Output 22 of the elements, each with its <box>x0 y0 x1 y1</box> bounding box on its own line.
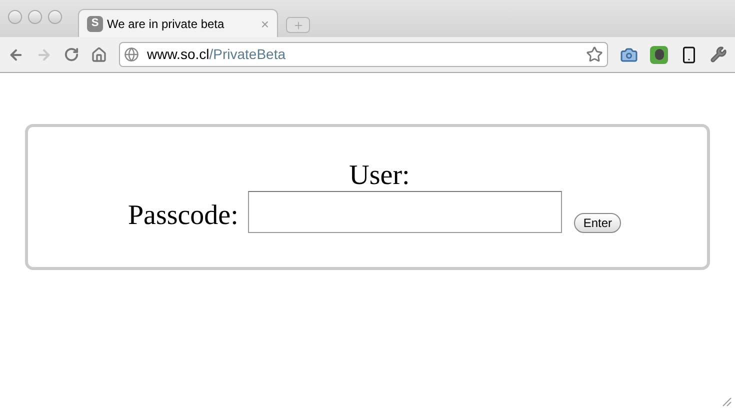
passcode-label: Passcode: <box>128 199 238 233</box>
camera-icon[interactable] <box>620 46 638 64</box>
enter-button[interactable]: Enter <box>574 213 622 233</box>
reload-icon[interactable] <box>64 47 79 62</box>
bookmark-star-icon[interactable] <box>586 46 603 63</box>
favicon-icon: S <box>87 16 103 32</box>
url-text: www.so.cl/PrivateBeta <box>147 45 286 64</box>
home-icon[interactable] <box>91 46 107 62</box>
user-label: User: <box>349 161 410 191</box>
window-control-icon[interactable] <box>48 10 62 24</box>
resize-grip-icon[interactable] <box>722 397 732 407</box>
tab-title: We are in private beta <box>107 16 226 32</box>
browser-tab[interactable]: S We are in private beta × <box>78 9 278 37</box>
window-control-icon[interactable] <box>8 10 22 24</box>
back-icon[interactable] <box>8 46 24 62</box>
address-bar[interactable]: www.so.cl/PrivateBeta <box>119 42 608 67</box>
plus-icon <box>292 20 304 30</box>
settings-icon[interactable] <box>710 46 727 63</box>
globe-icon <box>124 47 139 62</box>
phone-icon[interactable] <box>680 46 698 64</box>
window-control-icon[interactable] <box>28 10 42 24</box>
passcode-field[interactable] <box>248 191 562 233</box>
